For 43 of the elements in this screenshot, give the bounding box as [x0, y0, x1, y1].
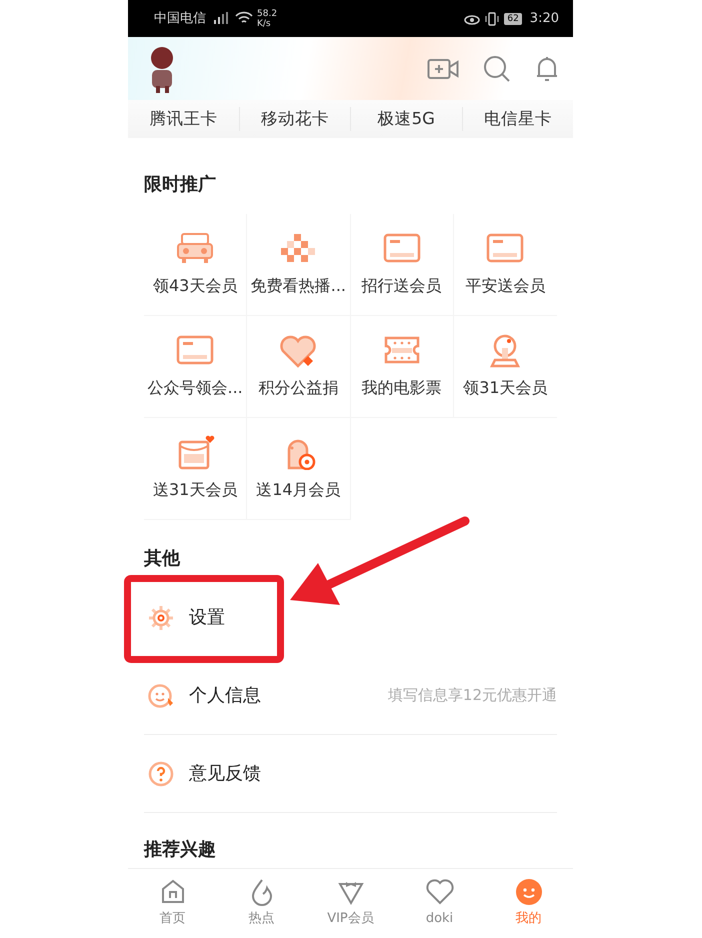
- promo-tile[interactable]: 平安送会员: [454, 214, 557, 316]
- promo-tile[interactable]: 领31天会员: [454, 316, 557, 418]
- nav-tab[interactable]: 热点: [217, 869, 306, 938]
- search-button[interactable]: [483, 54, 511, 82]
- video-camera-icon: [427, 56, 459, 81]
- carrier-text: 中国电信: [154, 10, 206, 28]
- promo-tile[interactable]: 领43天会员: [144, 214, 248, 316]
- menu-row[interactable]: 意见反馈: [144, 735, 557, 814]
- add-video-button[interactable]: [427, 56, 459, 81]
- question-icon: [148, 760, 175, 787]
- promo-tile[interactable]: 积分公益捐: [247, 316, 350, 418]
- promo-tile[interactable]: 送14月会员: [247, 418, 350, 520]
- section-title: 限时推广: [143, 174, 217, 196]
- gear-icon: [148, 604, 175, 631]
- eye-icon: [464, 12, 480, 24]
- promo-tile[interactable]: 我的电影票: [350, 316, 454, 418]
- section-title: 其他: [143, 548, 182, 570]
- battery-indicator: 62: [504, 12, 522, 24]
- bell-icon: [535, 54, 559, 82]
- card-tab[interactable]: 腾讯王卡: [128, 106, 238, 132]
- clock-text: 3:20: [530, 10, 559, 28]
- search-icon: [483, 54, 511, 82]
- promo-tile[interactable]: 公众号领会...: [144, 316, 248, 418]
- section-title: 推荐兴趣: [142, 839, 217, 861]
- promo-tile[interactable]: 送31天会员: [144, 418, 248, 520]
- heart-icon: [426, 878, 454, 906]
- promo-tile[interactable]: 招行送会员: [350, 214, 454, 316]
- smiley-icon: [514, 878, 542, 906]
- notification-button[interactable]: [535, 54, 559, 82]
- promo-tile[interactable]: 免费看热播...: [247, 214, 350, 316]
- menu-row[interactable]: 个人信息 填写信息享12元优惠开通: [144, 657, 557, 736]
- wifi-icon: [235, 11, 253, 26]
- network-speed-text: 58.2: [257, 8, 278, 18]
- vibrate-icon: [484, 12, 500, 26]
- network-speed-unit: K/s: [257, 18, 272, 28]
- card-tab[interactable]: 电信星卡: [462, 106, 573, 132]
- card-tab[interactable]: 移动花卡: [238, 106, 350, 132]
- face-wrench-icon: [148, 682, 175, 709]
- nav-tab[interactable]: VIP会员: [306, 869, 395, 938]
- menu-row[interactable]: 设置: [144, 579, 225, 658]
- nav-tab[interactable]: 首页: [128, 869, 217, 938]
- card-tab[interactable]: 极速5G: [350, 106, 462, 132]
- nav-tab[interactable]: doki: [395, 869, 484, 938]
